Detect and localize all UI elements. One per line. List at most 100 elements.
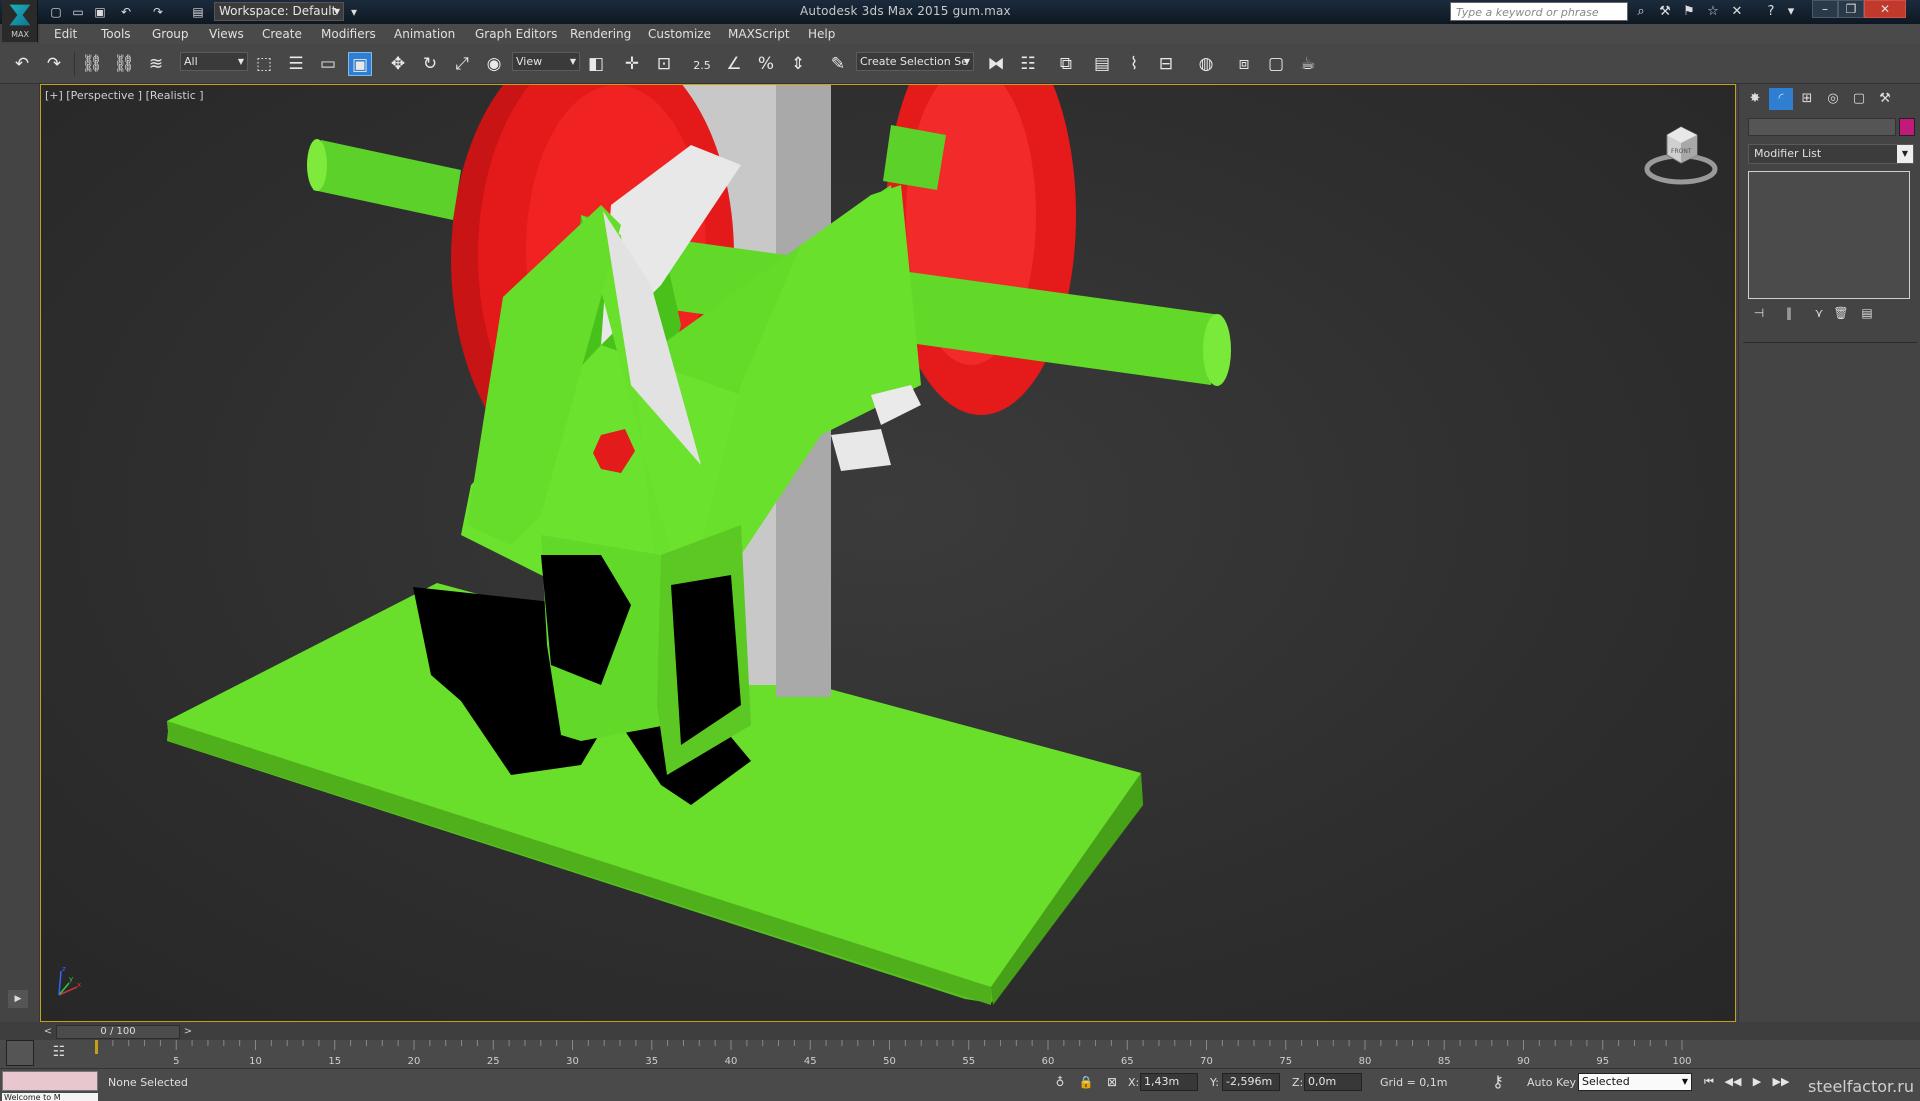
- auto-key-button[interactable]: Auto Key: [1527, 1076, 1576, 1089]
- create-tab-icon[interactable]: ✸: [1743, 88, 1767, 110]
- render-production-icon[interactable]: ☕: [1296, 52, 1320, 76]
- time-cursor[interactable]: [95, 1040, 98, 1054]
- menu-edit[interactable]: Edit: [54, 27, 77, 41]
- time-prev-button[interactable]: <: [42, 1025, 54, 1039]
- keyboard-shortcut-override-icon[interactable]: ⊡: [652, 52, 676, 76]
- snaps-toggle-icon[interactable]: 2.5: [690, 52, 714, 76]
- modifier-stack[interactable]: [1748, 171, 1910, 299]
- time-next-button[interactable]: >: [182, 1025, 194, 1039]
- show-end-result-icon[interactable]: ‖: [1779, 304, 1799, 322]
- rendered-frame-window-icon[interactable]: ▢: [1264, 52, 1288, 76]
- select-rotate-icon[interactable]: ↻: [418, 52, 442, 76]
- reference-coordinate-select[interactable]: View ▼: [512, 52, 580, 71]
- exchange-x-icon[interactable]: ✕: [1728, 4, 1746, 20]
- pin-stack-icon[interactable]: ⊣: [1749, 304, 1769, 322]
- play-icon[interactable]: ▶: [8, 990, 28, 1008]
- motion-tab-icon[interactable]: ◎: [1821, 88, 1845, 110]
- render-setup-icon[interactable]: ⧈: [1232, 52, 1256, 76]
- maxscript-listener-input[interactable]: [2, 1071, 98, 1091]
- perspective-viewport[interactable]: [+] [Perspective ] [Realistic ] FRONT x …: [40, 84, 1736, 1022]
- menu-help[interactable]: Help: [808, 27, 835, 41]
- time-slider[interactable]: 0 / 100: [56, 1025, 180, 1039]
- menu-animation[interactable]: Animation: [394, 27, 455, 41]
- curve-editor-icon[interactable]: ⌇: [1122, 52, 1146, 76]
- menu-tools[interactable]: Tools: [101, 27, 131, 41]
- menu-customize[interactable]: Customize: [648, 27, 711, 41]
- scene-explorer-icon[interactable]: ▤: [1090, 52, 1114, 76]
- select-object-icon[interactable]: ⬚: [252, 52, 276, 76]
- maximize-button[interactable]: ❐: [1838, 0, 1864, 18]
- align-icon[interactable]: ☷: [1016, 52, 1040, 76]
- menu-views[interactable]: Views: [209, 27, 244, 41]
- undo-quick-icon[interactable]: ↶: [118, 4, 134, 20]
- bind-space-warp-icon[interactable]: ≋: [144, 52, 168, 76]
- go-to-start-icon[interactable]: ⏮: [1700, 1074, 1718, 1090]
- redo-quick-icon[interactable]: ↷: [150, 4, 166, 20]
- angle-snap-icon[interactable]: ∠: [722, 52, 746, 76]
- object-color-swatch[interactable]: [1899, 118, 1915, 136]
- hierarchy-tab-icon[interactable]: ⊞: [1795, 88, 1819, 110]
- minimize-button[interactable]: –: [1812, 0, 1838, 18]
- key-filter-select[interactable]: Selected ▼: [1578, 1073, 1692, 1091]
- menu-create[interactable]: Create: [262, 27, 302, 41]
- viewport-label[interactable]: [+] [Perspective ] [Realistic ]: [45, 89, 204, 102]
- menu-modifiers[interactable]: Modifiers: [321, 27, 376, 41]
- redo-icon[interactable]: ↷: [42, 52, 66, 76]
- workspace-select[interactable]: Workspace: Default ▼: [214, 2, 344, 21]
- isolate-selection-icon[interactable]: ♁: [1052, 1074, 1068, 1090]
- material-editor-icon[interactable]: ◍: [1194, 52, 1218, 76]
- configure-modifier-sets-icon[interactable]: ▤: [1857, 304, 1877, 322]
- selection-lock-icon[interactable]: 🔒: [1078, 1074, 1094, 1090]
- menu-rendering[interactable]: Rendering: [570, 27, 631, 41]
- remove-modifier-icon[interactable]: 🗑: [1831, 304, 1851, 322]
- new-file-icon[interactable]: ▢: [48, 4, 64, 20]
- layer-manager-icon[interactable]: ⧉: [1054, 52, 1078, 76]
- next-frame-icon[interactable]: ▶▶: [1772, 1074, 1790, 1090]
- select-move-icon[interactable]: ✥: [386, 52, 410, 76]
- modifier-list-select[interactable]: Modifier List ▼: [1748, 144, 1914, 164]
- mirror-icon[interactable]: ⧓: [984, 52, 1008, 76]
- set-key-icon[interactable]: ⚷: [1490, 1074, 1506, 1090]
- previous-frame-icon[interactable]: ◀◀: [1724, 1074, 1742, 1090]
- help-icon[interactable]: ?: [1762, 4, 1780, 20]
- select-by-name-icon[interactable]: ☰: [284, 52, 308, 76]
- quick-access-menu-icon[interactable]: ▾: [346, 4, 362, 20]
- frame-ruler[interactable]: 5 10 15 20 25 30 35 40 45 50 55 60 65 70 75 80 85 90 95 100: [95, 1040, 1735, 1068]
- save-file-icon[interactable]: ▣: [92, 4, 108, 20]
- select-place-icon[interactable]: ◉: [482, 52, 506, 76]
- help-dropdown-icon[interactable]: ▾: [1782, 4, 1800, 20]
- binoculars-icon[interactable]: ⌕: [1632, 4, 1650, 20]
- object-name-input[interactable]: [1748, 118, 1896, 136]
- y-coord-field[interactable]: -2,596m: [1222, 1073, 1280, 1091]
- track-bar-menu-icon[interactable]: ☷: [48, 1044, 70, 1062]
- window-crossing-icon[interactable]: ▣: [348, 52, 372, 76]
- search-input[interactable]: Type a keyword or phrase: [1450, 2, 1628, 21]
- manipulate-icon[interactable]: ✛: [620, 52, 644, 76]
- close-button[interactable]: ✕: [1864, 0, 1906, 18]
- pivot-center-icon[interactable]: ◧: [584, 52, 608, 76]
- favorites-star-icon[interactable]: ☆: [1704, 4, 1722, 20]
- spinner-snap-icon[interactable]: ⇕: [786, 52, 810, 76]
- edit-named-selection-icon[interactable]: ✎: [826, 52, 850, 76]
- percent-snap-icon[interactable]: %: [754, 52, 778, 76]
- display-tab-icon[interactable]: ▢: [1847, 88, 1871, 110]
- selection-filter-select[interactable]: All ▼: [180, 52, 248, 71]
- rectangular-selection-icon[interactable]: ▭: [316, 52, 340, 76]
- viewcube-icon[interactable]: FRONT: [1641, 115, 1721, 191]
- subscription-icon[interactable]: ⚒: [1656, 4, 1674, 20]
- mini-curve-editor-button[interactable]: [6, 1040, 34, 1066]
- select-and-link-icon[interactable]: ⛓: [80, 52, 104, 76]
- utilities-tab-icon[interactable]: ⚒: [1873, 88, 1897, 110]
- schematic-view-icon[interactable]: ⊟: [1154, 52, 1178, 76]
- play-animation-icon[interactable]: ▶: [1748, 1074, 1766, 1090]
- menu-group[interactable]: Group: [152, 27, 189, 41]
- menu-graph-editors[interactable]: Graph Editors: [475, 27, 557, 41]
- application-button[interactable]: MAX: [2, 0, 38, 42]
- unlink-icon[interactable]: ⛓: [112, 52, 136, 76]
- z-coord-field[interactable]: 0,0m: [1304, 1073, 1362, 1091]
- make-unique-icon[interactable]: ⋎: [1809, 304, 1829, 322]
- select-scale-icon[interactable]: ⤢: [450, 52, 474, 76]
- menu-maxscript[interactable]: MAXScript: [728, 27, 790, 41]
- undo-icon[interactable]: ↶: [10, 52, 34, 76]
- named-selection-select[interactable]: Create Selection Se ▼: [856, 52, 974, 71]
